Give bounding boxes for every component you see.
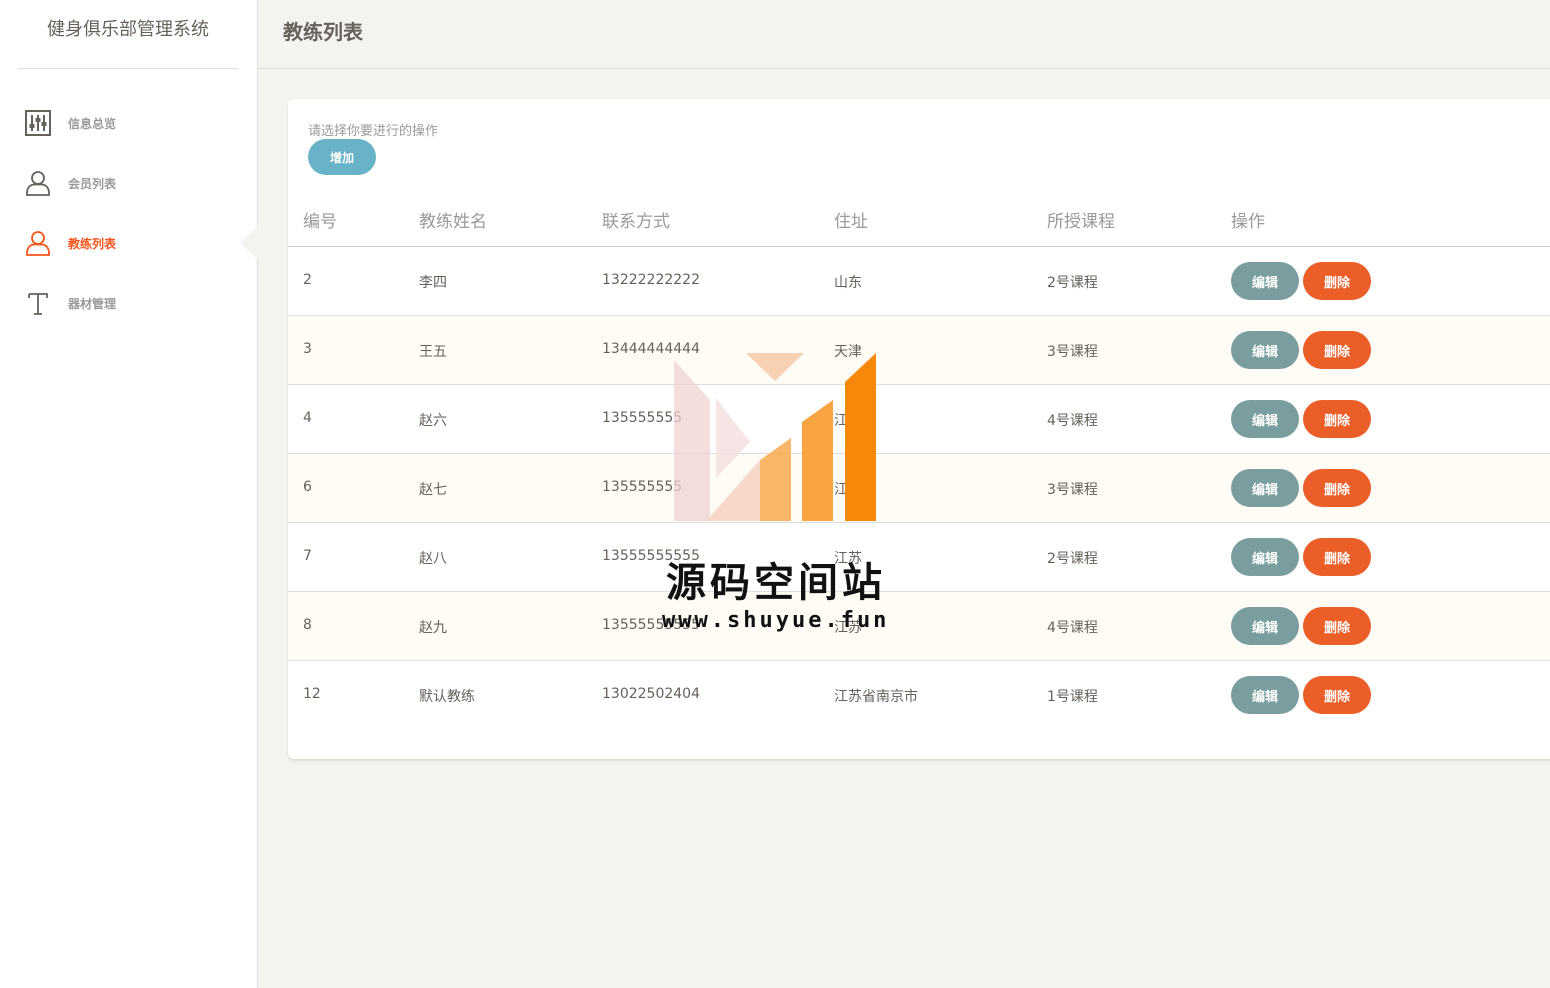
cell-address: 江	[834, 482, 848, 498]
column-header-name: 教练姓名	[419, 212, 487, 232]
cell-id: 12	[303, 686, 321, 702]
edit-button[interactable]: 编辑	[1231, 262, 1299, 300]
edit-button[interactable]: 编辑	[1231, 469, 1299, 507]
delete-button[interactable]: 删除	[1303, 607, 1371, 645]
sidebar-item-coaches[interactable]: 教练列表	[22, 223, 242, 263]
cell-phone: 13222222222	[602, 272, 700, 288]
table-row: 7 赵八 13555555555 江苏 2号课程 编辑 删除	[288, 523, 1550, 592]
cell-course: 4号课程	[1047, 413, 1098, 429]
edit-button[interactable]: 编辑	[1231, 331, 1299, 369]
cell-phone: 13555555555	[602, 548, 700, 564]
cell-id: 6	[303, 479, 312, 495]
delete-button[interactable]: 删除	[1303, 469, 1371, 507]
table-row: 3 王五 13444444444 天津 3号课程 编辑 删除	[288, 316, 1550, 385]
page-title: 教练列表	[283, 20, 363, 44]
table-row: 2 李四 13222222222 山东 2号课程 编辑 删除	[288, 247, 1550, 316]
delete-button[interactable]: 删除	[1303, 331, 1371, 369]
sidebar-item-label: 教练列表	[68, 236, 117, 251]
table-row: 4 赵六 135555555 江 4号课程 编辑 删除	[288, 385, 1550, 454]
delete-button[interactable]: 删除	[1303, 676, 1371, 714]
sidebar-item-label: 会员列表	[68, 176, 117, 191]
column-header-address: 住址	[834, 212, 868, 232]
table-row: 8 赵九 13555555555 江苏 4号课程 编辑 删除	[288, 592, 1550, 661]
cell-phone: 135555555	[602, 479, 683, 495]
delete-button[interactable]: 删除	[1303, 262, 1371, 300]
cell-name: 赵九	[419, 620, 447, 636]
cell-course: 4号课程	[1047, 620, 1098, 636]
cell-address: 江苏	[834, 551, 862, 567]
user-icon	[22, 227, 54, 259]
cell-address: 江苏省南京市	[834, 689, 918, 705]
text-t-icon	[22, 287, 54, 319]
edit-button[interactable]: 编辑	[1231, 538, 1299, 576]
column-header-course: 所授课程	[1047, 212, 1115, 232]
cell-address: 天津	[834, 344, 862, 360]
column-header-phone: 联系方式	[602, 212, 670, 232]
cell-phone: 135555555	[602, 410, 683, 426]
cell-name: 王五	[419, 344, 447, 360]
cell-name: 李四	[419, 275, 447, 291]
table-row: 6 赵七 135555555 江 3号课程 编辑 删除	[288, 454, 1550, 523]
delete-button[interactable]: 删除	[1303, 400, 1371, 438]
cell-course: 3号课程	[1047, 482, 1098, 498]
card-hint: 请选择你要进行的操作	[308, 124, 439, 139]
cell-id: 4	[303, 410, 312, 426]
user-icon	[22, 167, 54, 199]
sidebar-item-members[interactable]: 会员列表	[22, 163, 242, 203]
column-header-actions: 操作	[1231, 212, 1265, 232]
add-button[interactable]: 增加	[308, 139, 376, 175]
sidebar: 健身俱乐部管理系统 信息总览 会员列表 教练列表 器材管理	[0, 0, 258, 988]
cell-name: 赵八	[419, 551, 447, 567]
cell-name: 默认教练	[419, 689, 475, 705]
sidebar-item-overview[interactable]: 信息总览	[22, 103, 242, 143]
sidebar-item-label: 器材管理	[68, 296, 117, 311]
sidebar-item-label: 信息总览	[68, 116, 117, 131]
cell-course: 2号课程	[1047, 275, 1098, 291]
edit-button[interactable]: 编辑	[1231, 607, 1299, 645]
sidebar-item-equipment[interactable]: 器材管理	[22, 283, 242, 323]
delete-button[interactable]: 删除	[1303, 538, 1371, 576]
cell-course: 1号课程	[1047, 689, 1098, 705]
cell-name: 赵七	[419, 482, 447, 498]
coach-list-card: 请选择你要进行的操作 增加 编号 教练姓名 联系方式 住址 所授课程 操作 2 …	[288, 99, 1550, 759]
active-indicator	[240, 226, 258, 260]
cell-id: 3	[303, 341, 312, 357]
panel-settings-icon	[22, 107, 54, 139]
app-title: 健身俱乐部管理系统	[18, 0, 238, 69]
cell-phone: 13022502404	[602, 686, 700, 702]
cell-address: 江苏	[834, 620, 862, 636]
cell-id: 7	[303, 548, 312, 564]
cell-course: 3号课程	[1047, 344, 1098, 360]
edit-button[interactable]: 编辑	[1231, 400, 1299, 438]
cell-phone: 13444444444	[602, 341, 700, 357]
column-header-id: 编号	[303, 212, 337, 232]
topbar: 教练列表	[258, 0, 1550, 69]
cell-address: 山东	[834, 275, 862, 291]
cell-course: 2号课程	[1047, 551, 1098, 567]
cell-id: 8	[303, 617, 312, 633]
cell-phone: 13555555555	[602, 617, 700, 633]
cell-id: 2	[303, 272, 312, 288]
edit-button[interactable]: 编辑	[1231, 676, 1299, 714]
cell-name: 赵六	[419, 413, 447, 429]
cell-address: 江	[834, 413, 848, 429]
table-row: 12 默认教练 13022502404 江苏省南京市 1号课程 编辑 删除	[288, 661, 1550, 730]
